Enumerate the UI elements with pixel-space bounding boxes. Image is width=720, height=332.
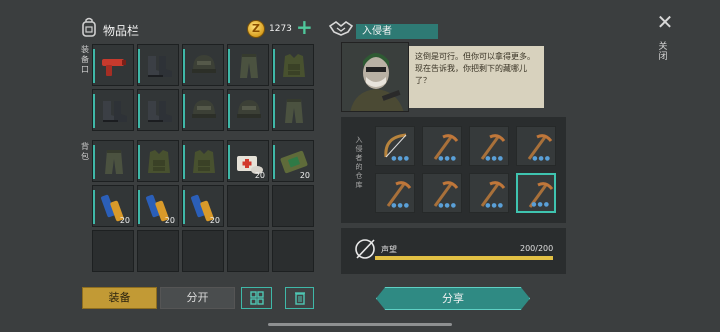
- slot-accent: [93, 49, 95, 83]
- slot-accent: [183, 94, 185, 128]
- coin-count: 1273: [269, 24, 292, 34]
- inventory-slot-boots[interactable]: [92, 89, 134, 131]
- slot-accent: [273, 145, 275, 179]
- slot-accent: [228, 145, 230, 179]
- inventory-slot-helmet[interactable]: [182, 89, 224, 131]
- item-quantity: 20: [209, 216, 220, 225]
- item-quantity: 20: [254, 171, 265, 180]
- npc-stash-label: 入侵者的仓库: [355, 136, 363, 189]
- stash-slot-pickaxe[interactable]: ●●●: [422, 126, 462, 166]
- slot-accent: [183, 190, 185, 224]
- slot-accent: [183, 145, 185, 179]
- item-durability-dots: ●●●: [438, 202, 457, 209]
- inventory-slot-flare-gun[interactable]: [92, 44, 134, 86]
- trash-icon: [294, 292, 305, 305]
- inventory-slot-pants[interactable]: [92, 140, 134, 182]
- reputation-label: 声望: [381, 245, 397, 254]
- slot-accent: [183, 49, 185, 83]
- inventory-slot-bandage[interactable]: 20: [272, 140, 314, 182]
- item-durability-dots: ●●●: [438, 155, 457, 162]
- slot-accent: [93, 145, 95, 179]
- inventory-slot-battery[interactable]: 20: [182, 185, 224, 227]
- grid-sort-icon: [249, 291, 264, 305]
- stash-slot-pickaxe[interactable]: ●●●: [469, 126, 509, 166]
- close-icon[interactable]: ✕: [654, 12, 676, 34]
- inventory-slot-pants[interactable]: [227, 44, 269, 86]
- item-quantity: 20: [299, 171, 310, 180]
- stash-slot-pickaxe[interactable]: ●●●: [516, 126, 556, 166]
- share-button[interactable]: 分享: [376, 287, 530, 310]
- coin-icon: Z: [247, 20, 265, 38]
- stash-slot-pickaxe[interactable]: ●●●: [469, 173, 509, 213]
- slot-accent: [93, 190, 95, 224]
- home-indicator[interactable]: [268, 323, 452, 326]
- item-quantity: 20: [164, 216, 175, 225]
- inventory-slot-vest[interactable]: [137, 140, 179, 182]
- inventory-slot-pants[interactable]: [272, 89, 314, 131]
- item-quantity: 20: [119, 216, 130, 225]
- empty-slot[interactable]: [227, 230, 269, 272]
- item-durability-dots: ●●●: [485, 202, 504, 209]
- inventory-slot-vest[interactable]: [272, 44, 314, 86]
- reputation-bar: [375, 256, 553, 260]
- stash-slot-pickaxe[interactable]: ●●●: [516, 173, 556, 213]
- reputation-bar-fill: [375, 256, 553, 260]
- empty-slot[interactable]: [227, 185, 269, 227]
- empty-slot[interactable]: [272, 230, 314, 272]
- delete-button[interactable]: [285, 287, 314, 309]
- slot-accent: [273, 49, 275, 83]
- close-label[interactable]: 关闭: [656, 42, 670, 62]
- add-coins-button[interactable]: +: [296, 17, 313, 37]
- inventory-slot-vest[interactable]: [182, 140, 224, 182]
- backpack-side-label: 背包: [81, 142, 89, 161]
- empty-slot[interactable]: [272, 185, 314, 227]
- reputation-value: 200/200: [520, 244, 554, 253]
- inventory-slot-battery[interactable]: 20: [92, 185, 134, 227]
- slot-accent: [228, 94, 230, 128]
- inventory-slot-helmet[interactable]: [182, 44, 224, 86]
- equipment-side-label: 装备口: [81, 45, 89, 74]
- slot-accent: [228, 49, 230, 83]
- equip-button[interactable]: 装备: [82, 287, 157, 309]
- slot-accent: [273, 94, 275, 128]
- stash-slot-pickaxe[interactable]: ●●●: [375, 173, 415, 213]
- inventory-slot-medkit[interactable]: 20: [227, 140, 269, 182]
- empty-slot[interactable]: [137, 230, 179, 272]
- slot-accent: [138, 145, 140, 179]
- empty-slot[interactable]: [182, 230, 224, 272]
- item-durability-dots: ●●●: [532, 155, 551, 162]
- stash-slot-bow[interactable]: ●●●: [375, 126, 415, 166]
- inventory-slot-battery[interactable]: 20: [137, 185, 179, 227]
- inventory-slot-helmet[interactable]: [227, 89, 269, 131]
- trade-handshake-icon: [328, 21, 354, 36]
- npc-dialog: 这倒是可行。但你可以拿得更多。现在告诉我，你把剩下的藏哪儿了？: [409, 46, 544, 108]
- backpack-icon: [82, 17, 96, 37]
- empty-slot[interactable]: [92, 230, 134, 272]
- slot-accent: [138, 49, 140, 83]
- npc-name: 入侵者: [356, 24, 438, 39]
- npc-portrait: [341, 42, 409, 112]
- inventory-slot-boots[interactable]: [137, 89, 179, 131]
- reputation-icon: [355, 239, 375, 259]
- inventory-title: 物品栏: [103, 24, 140, 38]
- item-durability-dots: ●●●: [391, 155, 410, 162]
- split-button[interactable]: 分开: [160, 287, 235, 309]
- slot-accent: [138, 190, 140, 224]
- sort-button[interactable]: [241, 287, 272, 309]
- item-durability-dots: ●●●: [391, 202, 410, 209]
- slot-accent: [138, 94, 140, 128]
- item-durability-dots: ●●●: [485, 155, 504, 162]
- slot-accent: [93, 94, 95, 128]
- pickaxe-icon: [522, 179, 554, 215]
- inventory-slot-boots[interactable]: [137, 44, 179, 86]
- stash-slot-pickaxe[interactable]: ●●●: [422, 173, 462, 213]
- item-durability-dots: ●●●: [531, 201, 550, 208]
